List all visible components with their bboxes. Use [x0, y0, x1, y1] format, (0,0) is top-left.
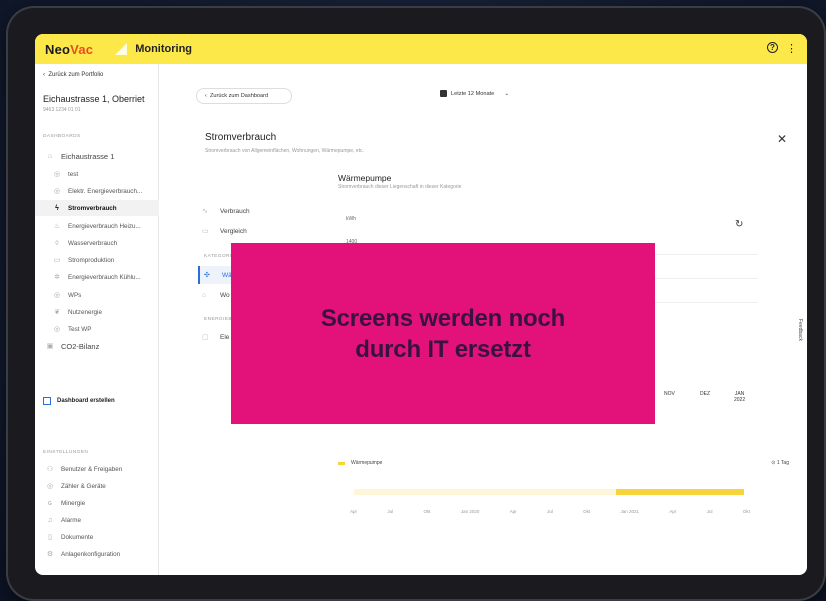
overlay-text: Screens werden noch durch IT ersetzt	[321, 303, 565, 365]
help-circle-icon[interactable]: ?	[767, 42, 778, 53]
top-actions: ? ⋮	[767, 42, 797, 55]
panel-nav-verbrauch[interactable]: ∿ Verbrauch	[198, 204, 318, 218]
sidebar-item-test-wp[interactable]: ◎ Test WP	[35, 321, 159, 337]
y-axis-unit: kWh	[346, 216, 356, 222]
dashboards-section-label: DASHBOARDS	[43, 134, 81, 139]
bolt-icon: ϟ	[55, 204, 59, 212]
flame-icon: ♨	[53, 223, 61, 230]
logo-mark-icon	[115, 43, 128, 55]
minergie-icon: ɢ	[48, 499, 52, 507]
feedback-tab[interactable]: Feedback	[797, 319, 803, 341]
sidebar-item-energieverbrauch-heizung[interactable]: ♨ Energieverbrauch Heizu...	[35, 218, 159, 234]
range-slider-selection[interactable]	[616, 489, 744, 495]
trend-icon: ∿	[202, 208, 208, 215]
sidebar-item-elektr-energieverbrauch[interactable]: ◎ Elektr. Energieverbrauch...	[35, 183, 159, 199]
circle-icon: ◎	[53, 188, 61, 195]
create-dashboard-button[interactable]: Dashboard erstellen	[43, 397, 115, 405]
sidebar-item-dokumente[interactable]: ▯ Dokumente	[35, 529, 159, 545]
app-title: Monitoring	[135, 43, 193, 55]
chart-title: Wärmepumpe	[338, 173, 392, 183]
sidebar-item-anlagenkonfiguration[interactable]: ⚙ Anlagenkonfiguration	[35, 546, 159, 562]
sidebar-item-wasserverbrauch[interactable]: ◊ Wasserverbrauch	[35, 235, 159, 251]
settings-section-label: EINSTELLUNGEN	[43, 450, 89, 455]
solar-icon: ▭	[53, 257, 61, 264]
circle-icon: ◎	[53, 326, 61, 333]
legend-swatch	[338, 461, 345, 465]
dashboard-group-eichaustrasse[interactable]: ⌂ Eichaustrasse 1	[35, 148, 159, 164]
range-slider-track[interactable]	[354, 489, 744, 495]
sidebar-item-test[interactable]: ◎ test	[35, 166, 159, 182]
energiebezug-label: ENERGIEB	[204, 317, 232, 322]
back-to-dashboard-button[interactable]: ‹ Zurück zum Dashboard	[196, 88, 292, 104]
overlay-line-1: Screens werden noch	[320, 304, 566, 332]
chart-subtitle: Stromverbrauch dieser Liegenschaft in di…	[338, 184, 462, 190]
document-icon: ▯	[48, 534, 52, 541]
close-icon[interactable]: ✕	[777, 132, 787, 146]
panel-subtitle: Stromverbrauch von Allgemeinflächen, Woh…	[205, 148, 364, 154]
compare-icon: ▭	[202, 228, 209, 235]
sidebar-item-wps[interactable]: ◎ WPs	[35, 287, 159, 303]
interval-selector[interactable]: ⊙ 1 Tag	[771, 460, 789, 466]
snow-icon: ✲	[54, 274, 60, 281]
home-icon: ⌂	[47, 152, 53, 160]
plug-icon: ▢	[202, 334, 209, 341]
sidebar-item-stromverbrauch[interactable]: ϟ Stromverbrauch	[35, 200, 159, 216]
co2-icon: ▣	[46, 343, 54, 350]
sidebar: ‹ Zurück zum Portfolio Eichaustrasse 1, …	[35, 64, 159, 575]
top-bar: NeoVac Monitoring ? ⋮	[35, 34, 807, 64]
home-icon: ⌂	[202, 291, 207, 299]
plus-square-icon	[43, 397, 51, 405]
chevron-down-icon: ⌄	[498, 90, 510, 97]
heatpump-icon: ✣	[204, 272, 210, 279]
meter-icon: ◎	[46, 483, 54, 490]
users-icon: ⚇	[46, 466, 54, 473]
bell-icon: ♫	[47, 516, 53, 524]
x-tick-label: JAN 2022	[734, 391, 746, 403]
sidebar-item-zaehler-geraete[interactable]: ◎ Zähler & Geräte	[35, 478, 159, 494]
sidebar-item-minergie[interactable]: ɢ Minergie	[35, 495, 159, 511]
circle-icon: ◎	[53, 292, 61, 299]
sidebar-item-alarme[interactable]: ♫ Alarme	[35, 512, 159, 528]
range-slider-axis: Apr Jul Okt Jan 2020 Apr Jul Okt Jan 2021 Apr Jul…	[350, 509, 750, 514]
location-title: Eichaustrasse 1, Oberriet	[43, 94, 145, 104]
back-to-portfolio-link[interactable]: ‹ Zurück zum Portfolio	[43, 72, 103, 78]
overlay-banner: Screens werden noch durch IT ersetzt	[231, 243, 655, 424]
sidebar-item-nutzenergie[interactable]: ❦ Nutzenergie	[35, 304, 159, 320]
calendar-icon	[440, 90, 447, 97]
more-vertical-icon[interactable]: ⋮	[786, 42, 797, 55]
sidebar-item-energieverbrauch-kuehlung[interactable]: ✲ Energieverbrauch Kühlu...	[35, 269, 159, 285]
drop-icon: ◊	[55, 239, 59, 247]
circle-icon: ◎	[53, 171, 61, 178]
refresh-icon[interactable]: ↻	[735, 219, 743, 230]
panel-nav-vergleich[interactable]: ▭ Vergleich	[198, 224, 318, 238]
x-tick-label: DEZ	[700, 391, 710, 397]
sidebar-item-benutzer-freigaben[interactable]: ⚇ Benutzer & Freigaben	[35, 461, 159, 477]
x-tick-label: NOV	[664, 391, 675, 397]
gear-icon: ⚙	[46, 551, 54, 558]
panel-title: Stromverbrauch	[205, 132, 277, 143]
time-range-select[interactable]: Letzte 12 Monate ⌄	[440, 90, 509, 97]
overlay-line-2: durch IT ersetzt	[355, 335, 531, 363]
leaf-icon: ❦	[54, 309, 60, 316]
neovac-logo[interactable]: NeoVac	[45, 42, 93, 57]
chart-legend[interactable]: Wärmepumpe	[338, 460, 382, 466]
sidebar-item-stromproduktion[interactable]: ▭ Stromproduktion	[35, 252, 159, 268]
location-subtitle: 9463 1234 01 01	[43, 107, 81, 113]
sidebar-item-co2-bilanz[interactable]: ▣ CO2-Bilanz	[35, 338, 159, 354]
